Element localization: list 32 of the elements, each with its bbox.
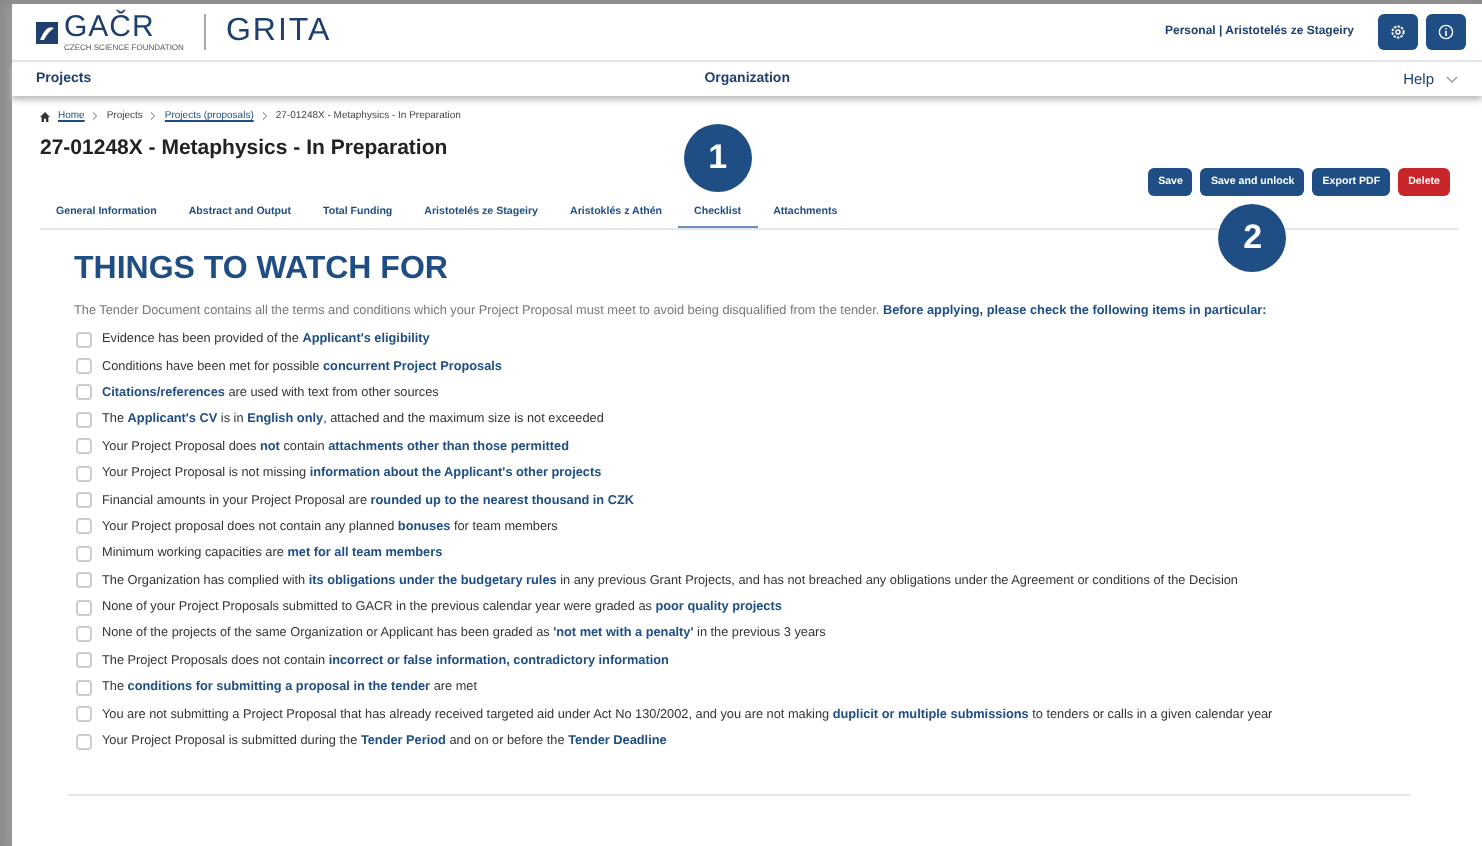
info-button[interactable] (1426, 14, 1466, 50)
page-title: 27-01248X - Metaphysics - In Preparation (40, 136, 448, 160)
checkbox[interactable] (76, 545, 92, 562)
checkbox[interactable] (76, 652, 92, 669)
chevron-right-icon (150, 112, 157, 120)
settings-button[interactable] (1378, 14, 1418, 50)
checkbox[interactable] (76, 733, 92, 750)
chevron-down-icon (1446, 75, 1458, 83)
checkbox[interactable] (76, 411, 92, 428)
checkbox[interactable] (76, 679, 92, 696)
chevron-right-icon (261, 112, 268, 120)
checkbox[interactable] (76, 706, 92, 723)
home-icon (40, 111, 50, 121)
logo-icon (36, 21, 58, 43)
logo-text: GAČR (64, 13, 157, 41)
callout-number: 2 (1218, 204, 1287, 272)
checkbox[interactable] (76, 465, 92, 482)
chevron-right-icon (92, 112, 99, 120)
checkbox[interactable] (76, 492, 92, 509)
checkbox[interactable] (76, 572, 92, 589)
checkbox[interactable] (76, 358, 92, 375)
section-heading: THINGS TO WATCH FOR (74, 252, 450, 288)
checkbox[interactable] (76, 518, 92, 535)
app-name: GRITA (225, 14, 332, 50)
checkbox[interactable] (76, 625, 92, 642)
settings-icon (1390, 24, 1406, 40)
checkbox[interactable] (76, 599, 92, 616)
checkbox[interactable] (76, 384, 92, 401)
checkbox[interactable] (76, 331, 92, 348)
checkbox[interactable] (76, 438, 92, 455)
info-icon (1438, 24, 1454, 40)
callout-number: 1 (683, 124, 752, 192)
